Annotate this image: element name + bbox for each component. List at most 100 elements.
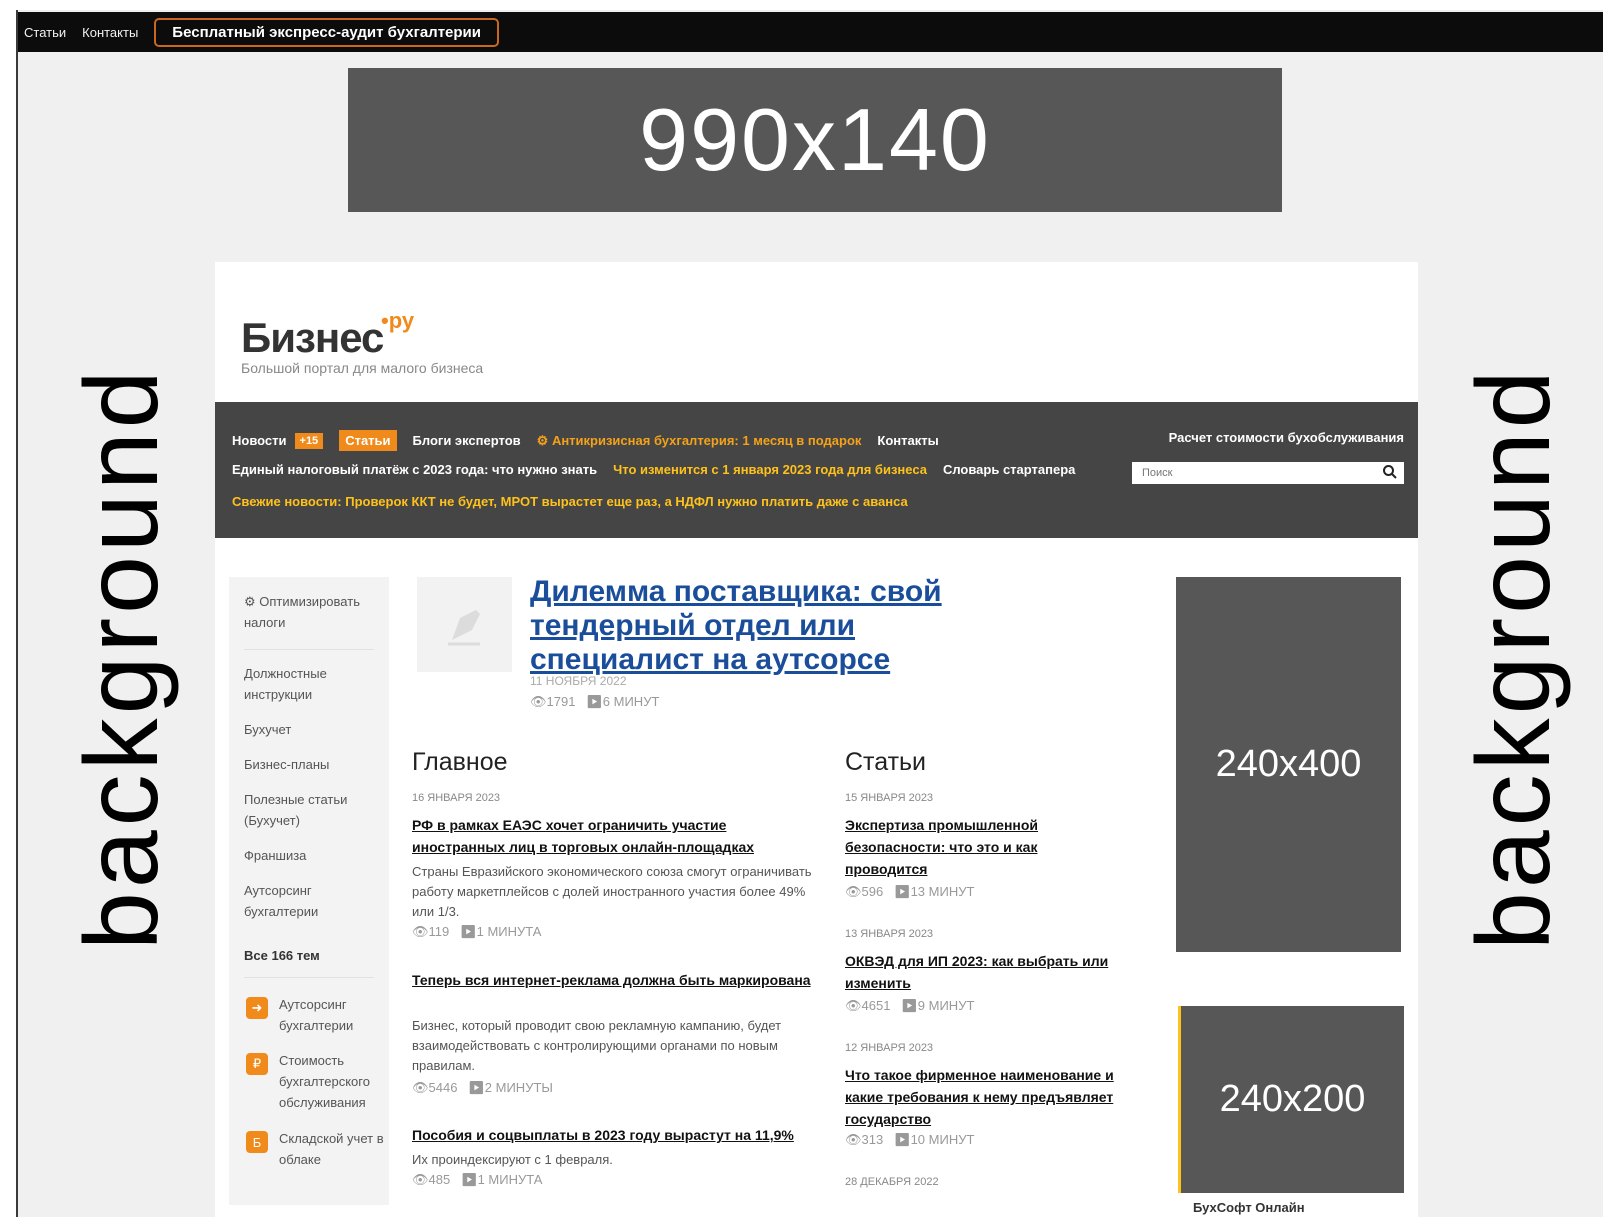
price-icon: ₽ <box>246 1053 268 1075</box>
main-item-excerpt: Их проиндексируют с 1 февраля. <box>412 1152 613 1167</box>
main-item-read-time: 1 МИНУТА <box>477 1172 543 1187</box>
cog-icon: ⚙ <box>244 594 256 609</box>
eye-icon: 👁 <box>412 1172 429 1187</box>
article-item-title[interactable]: ОКВЭД для ИП 2023: как выбрать или измен… <box>845 950 1115 994</box>
article-item-date: 15 января 2023 <box>845 792 934 804</box>
article-item-read-time: 9 МИНУТ <box>917 998 975 1013</box>
main-item-meta: 👁485 ▶1 МИНУТА <box>412 1172 542 1188</box>
eye-icon: 👁 <box>845 884 862 899</box>
main-item-meta: 👁5446 ▶2 МИНУТЫ <box>412 1080 553 1096</box>
article-item-read-time: 10 МИНУТ <box>910 1132 975 1147</box>
sidebar-promo-pricing[interactable]: Стоимость бухгалтерского обслуживания <box>279 1050 384 1113</box>
eye-icon: 👁 <box>412 1080 429 1095</box>
feature-meta: 👁1791 ▶6 МИНУТ <box>530 694 659 710</box>
sidebar-item-accounting[interactable]: Бухучет <box>244 719 379 740</box>
sidebar-promo-warehouse[interactable]: Складской учет в облаке <box>279 1128 384 1170</box>
sidebar-menu: ⚙ Оптимизировать налоги Должностные инст… <box>229 577 389 1205</box>
eye-icon: 👁 <box>845 998 862 1013</box>
nav-pricing-link[interactable]: Расчет стоимости бухобслуживания <box>1169 430 1404 445</box>
main-item-views: 119 <box>428 924 450 939</box>
eye-icon: 👁 <box>530 694 547 709</box>
cog-icon: ⚙ <box>536 432 549 448</box>
article-item-read-time: 13 МИНУТ <box>910 884 975 899</box>
eye-icon: 👁 <box>845 1132 862 1147</box>
top-banner-ad[interactable]: 990x140 <box>348 68 1282 212</box>
sidebar-ad-small[interactable]: 240x200 <box>1178 1006 1404 1193</box>
eye-icon: 👁 <box>412 924 429 939</box>
article-item-date: 28 декабря 2022 <box>845 1176 939 1188</box>
nav-changes-2023[interactable]: Что изменится с 1 января 2023 года для б… <box>613 462 927 477</box>
logo-title: Бизнес <box>241 314 384 361</box>
feature-article-title[interactable]: Дилемма поставщика: свой тендерный отдел… <box>530 575 960 677</box>
news-count-badge: +15 <box>294 432 324 449</box>
article-item-meta: 👁596 ▶13 МИНУТ <box>845 884 974 900</box>
sidebar-item-useful-articles[interactable]: Полезные статьи (Бухучет) <box>244 789 379 831</box>
sidebar-item-business-plans[interactable]: Бизнес-планы <box>244 754 379 775</box>
nav-startup-glossary[interactable]: Словарь стартапера <box>943 462 1075 477</box>
nav-fresh-news[interactable]: Свежие новости: Проверок ККТ не будет, М… <box>232 494 908 509</box>
nav-news[interactable]: Новости <box>232 433 287 448</box>
main-item-title[interactable]: Теперь вся интернет-реклама должна быть … <box>412 969 822 991</box>
background-label-left: background <box>64 366 180 950</box>
main-item-views: 485 <box>428 1172 451 1187</box>
main-item-read-time: 1 МИНУТА <box>476 924 542 939</box>
articles-section-heading: Статьи <box>845 748 927 776</box>
nav-promo-label: Антикризисная бухгалтерия: 1 месяц в под… <box>551 432 862 448</box>
nav-contacts[interactable]: Контакты <box>877 433 938 448</box>
article-item-date: 12 января 2023 <box>845 1042 934 1054</box>
play-icon: ▶ <box>586 694 603 709</box>
article-item-meta: 👁4651 ▶9 МИНУТ <box>845 998 974 1014</box>
feature-views: 1791 <box>546 694 576 709</box>
site-container: Бизнес •ру Большой портал для малого биз… <box>215 262 1418 1217</box>
nav-promo-link[interactable]: ⚙ Антикризисная бухгалтерия: 1 месяц в п… <box>537 433 862 449</box>
sidebar-item-outsourcing[interactable]: Аутсорсинг бухгалтерии <box>244 880 379 922</box>
topbar-link-articles[interactable]: Статьи <box>24 25 66 40</box>
feature-date: 11 НОЯБРЯ 2022 <box>530 674 627 688</box>
audit-cta-button[interactable]: Бесплатный экспресс-аудит бухгалтерии <box>154 17 499 47</box>
main-item-title[interactable]: Пособия и соцвыплаты в 2023 году вырасту… <box>412 1124 832 1146</box>
article-item-date: 13 января 2023 <box>845 928 934 940</box>
nav-tax-payment[interactable]: Единый налоговый платёж с 2023 года: что… <box>232 462 597 477</box>
pen-icon <box>447 609 480 645</box>
feature-read-time: 6 МИНУТ <box>602 694 660 709</box>
search-input[interactable] <box>1140 466 1384 480</box>
window-frame-top <box>0 0 1603 10</box>
article-item-title[interactable]: Что такое фирменное наименование и какие… <box>845 1064 1135 1130</box>
sidebar-item-franchise[interactable]: Франшиза <box>244 845 379 866</box>
search-icon[interactable] <box>1382 464 1398 480</box>
nav-articles[interactable]: Статьи <box>339 430 397 451</box>
play-icon: ▶ <box>894 884 911 899</box>
top-bar: Статьи Контакты Бесплатный экспресс-ауди… <box>18 12 1603 52</box>
main-item-views: 5446 <box>428 1080 458 1095</box>
main-item-excerpt: Страны Евразийского экономического союза… <box>412 864 812 919</box>
article-item-views: 313 <box>861 1132 884 1147</box>
sidebar-item-optimize[interactable]: ⚙ Оптимизировать налоги <box>244 591 379 633</box>
article-item-title[interactable]: Экспертиза промышленной безопасности: чт… <box>845 814 1085 880</box>
nav-expert-blogs[interactable]: Блоги экспертов <box>413 433 521 448</box>
sidebar-divider <box>244 977 374 978</box>
site-logo[interactable]: Бизнес •ру Большой портал для малого биз… <box>241 308 484 376</box>
sidebar-all-topics[interactable]: Все 166 тем <box>244 945 379 966</box>
logo-domain: •ру <box>381 308 415 333</box>
sidebar-item-job-descriptions[interactable]: Должностные инструкции <box>244 663 379 705</box>
outsourcing-icon: ➜ <box>246 997 268 1019</box>
sidebar-promo-outsourcing[interactable]: Аутсорсинг бухгалтерии <box>279 994 384 1036</box>
sidebar-divider <box>244 649 374 650</box>
play-icon: ▶ <box>894 1132 911 1147</box>
play-icon: ▶ <box>901 998 918 1013</box>
main-item-title[interactable]: РФ в рамках ЕАЭС хочет ограничить участи… <box>412 814 822 858</box>
sidebar-ad-large[interactable]: 240x400 <box>1176 577 1401 952</box>
search-box <box>1132 462 1404 484</box>
main-item-meta: 👁119 ▶1 МИНУТА <box>412 924 541 940</box>
window-frame-left <box>0 10 16 1217</box>
logo-subtitle: Большой портал для малого бизнеса <box>241 360 484 376</box>
main-item-date: 16 января 2023 <box>412 792 501 804</box>
topbar-link-contacts[interactable]: Контакты <box>82 25 138 40</box>
sidebar-ad-caption[interactable]: БухСофт Онлайн <box>1193 1200 1305 1215</box>
main-section-heading: Главное <box>412 748 508 776</box>
background-label-right: background <box>1456 366 1572 950</box>
play-icon: ▶ <box>460 924 477 939</box>
feature-thumbnail[interactable] <box>417 577 512 672</box>
article-item-views: 4651 <box>861 998 891 1013</box>
article-item-meta: 👁313 ▶10 МИНУТ <box>845 1132 974 1148</box>
